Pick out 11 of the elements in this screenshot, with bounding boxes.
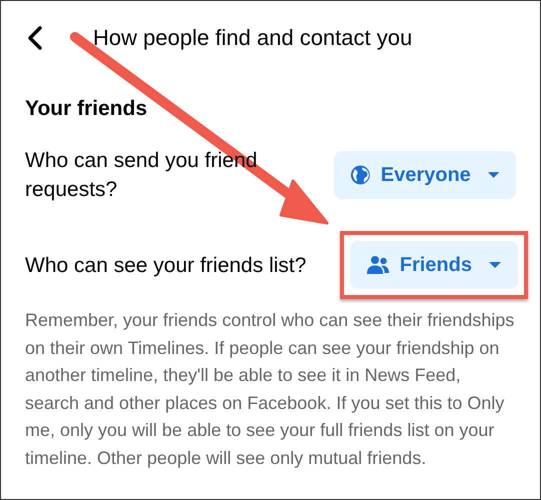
caret-icon [488,261,502,269]
info-paragraph: Remember, your friends control who can see their friendships on their own Timelines. If people can see your friendship on another timeline, they'll be able to see it in News Feed, search and other places on Facebook. If you set this to Only me, only you will be able to see your full friends list on your timeline. Other people will see only mutual friends. [25,309,516,470]
audience-dropdown[interactable]: Everyone [334,151,516,199]
section-heading: Your friends [25,96,148,122]
globe-icon [350,164,371,186]
page-title: How people find and contact you [93,24,412,52]
back-icon [27,26,43,50]
caret-icon [486,171,500,179]
setting-label: Who can see your friends list? [25,252,308,278]
people-icon [366,255,390,275]
audience-dropdown[interactable]: Friends [350,241,518,289]
